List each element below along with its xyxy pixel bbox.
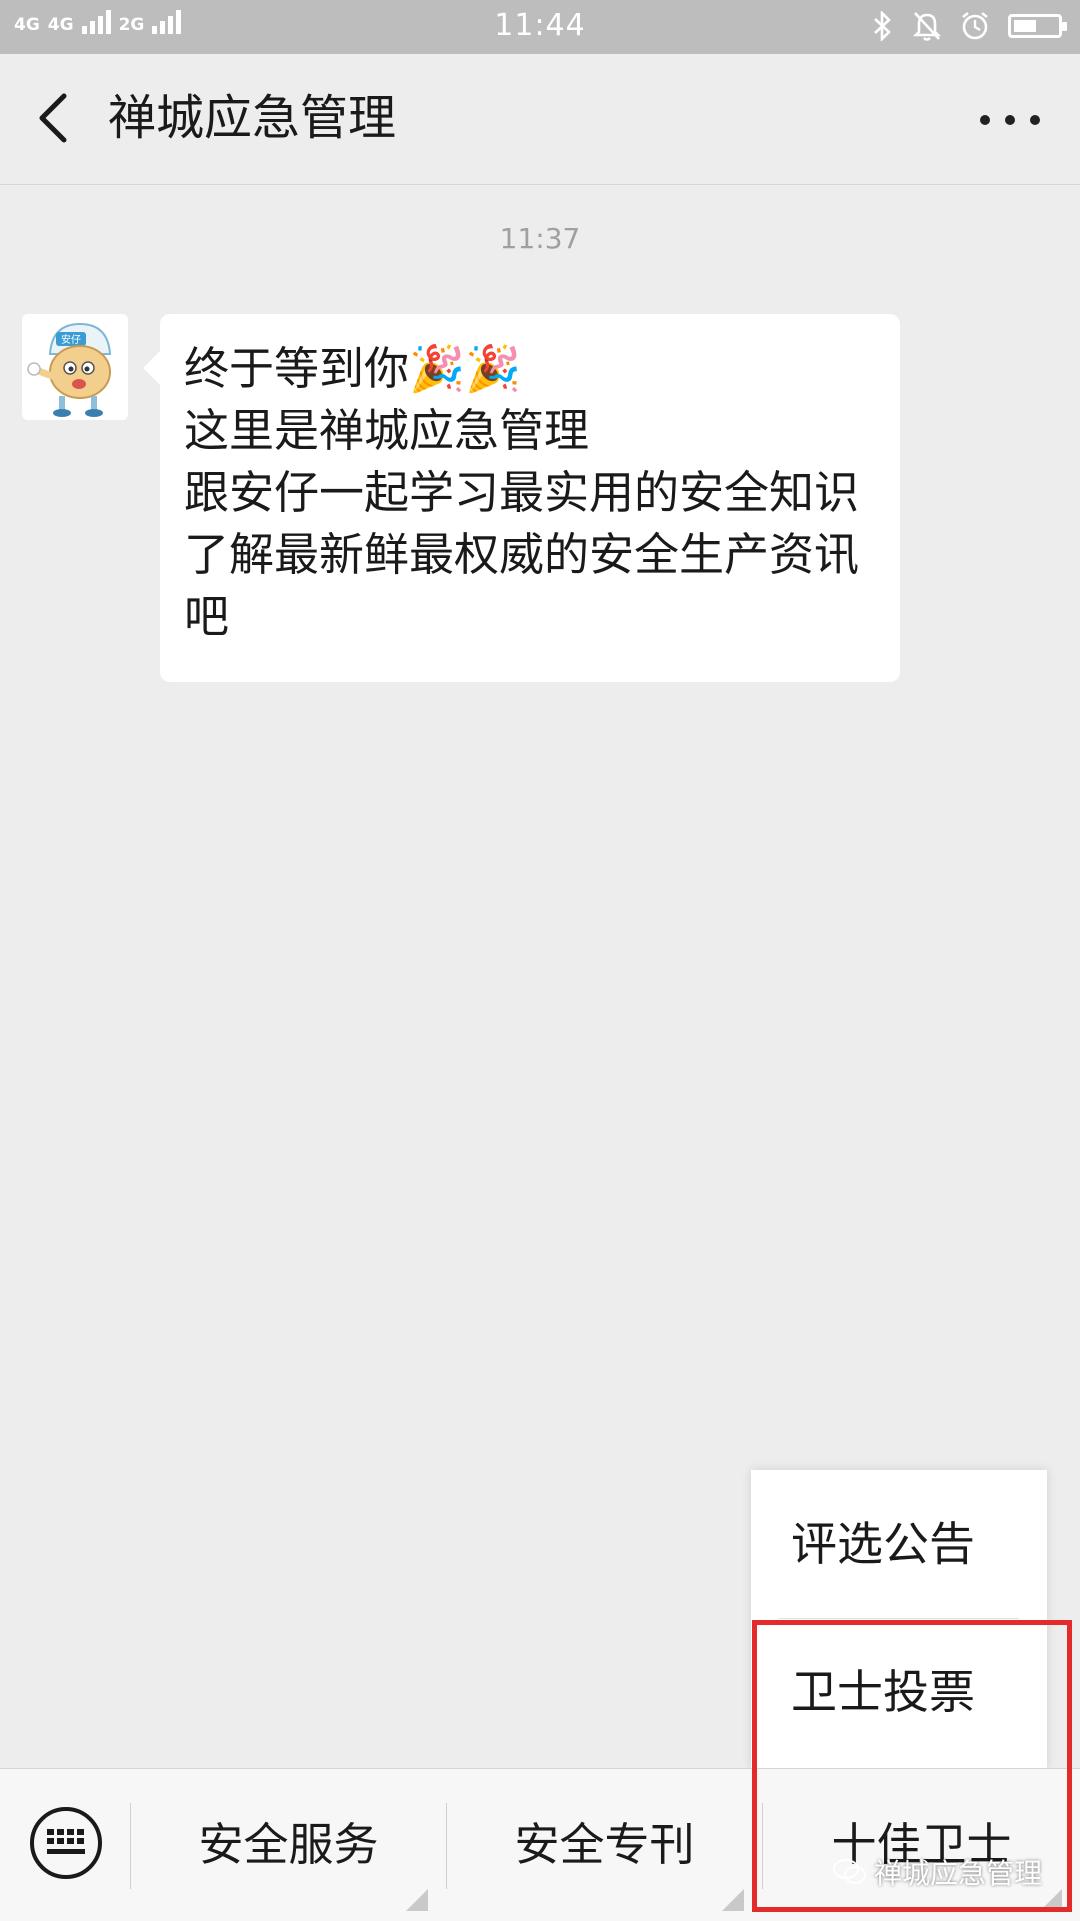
alarm-clock-icon: [962, 11, 988, 40]
svg-text:安仔: 安仔: [61, 333, 81, 346]
chat-header: 禅城应急管理: [0, 54, 1080, 185]
submenu-indicator-icon: [722, 1889, 744, 1911]
message-line: 跟安仔一起学习最实用的安全知识: [184, 466, 860, 519]
status-icons: [872, 10, 1067, 42]
message-bubble[interactable]: 终于等到你🎉🎉 这里是禅城应急管理 跟安仔一起学习最实用的安全知识 了解最新鲜最…: [160, 314, 900, 682]
page-title: 禅城应急管理: [108, 90, 397, 146]
mascot-avatar-icon: 安仔: [22, 314, 128, 420]
message-line: 这里是禅城应急管理: [184, 404, 590, 457]
bluetooth-icon: [874, 11, 891, 41]
keyboard-icon[interactable]: [30, 1807, 102, 1879]
battery-icon: [1008, 14, 1067, 38]
message-line: 吧: [184, 590, 230, 643]
watermark: 禅城应急管理: [832, 1852, 1042, 1892]
status-bar: 4G 4G 2G 11:44: [0, 0, 1080, 54]
menu-button-safety-journal[interactable]: 安全专刊: [447, 1769, 762, 1921]
wechat-icon: [833, 1859, 866, 1884]
bottom-menu-bar: 安全服务 安全专刊 十佳卫士: [0, 1768, 1080, 1921]
submenu-indicator-icon: [1040, 1889, 1062, 1911]
watermark-text: 禅城应急管理: [874, 1857, 1043, 1890]
back-arrow-icon[interactable]: [30, 90, 80, 146]
submenu-indicator-icon: [406, 1889, 428, 1911]
bell-muted-icon: [912, 12, 942, 41]
submenu-item-announcement[interactable]: 评选公告: [751, 1470, 1047, 1618]
avatar[interactable]: 安仔: [22, 314, 128, 420]
more-options-icon[interactable]: [980, 110, 1040, 130]
message-line: 终于等到你🎉🎉: [184, 342, 522, 395]
menu-button-top-guards[interactable]: 十佳卫士: [763, 1769, 1080, 1921]
message-line: 了解最新鲜最权威的安全生产资讯: [184, 528, 860, 581]
submenu-item-vote[interactable]: 卫士投票: [751, 1618, 1047, 1766]
menu-button-safety-service[interactable]: 安全服务: [131, 1769, 446, 1921]
message-timestamp: 11:37: [499, 222, 581, 255]
submenu-popup: 评选公告 卫士投票: [751, 1470, 1047, 1785]
